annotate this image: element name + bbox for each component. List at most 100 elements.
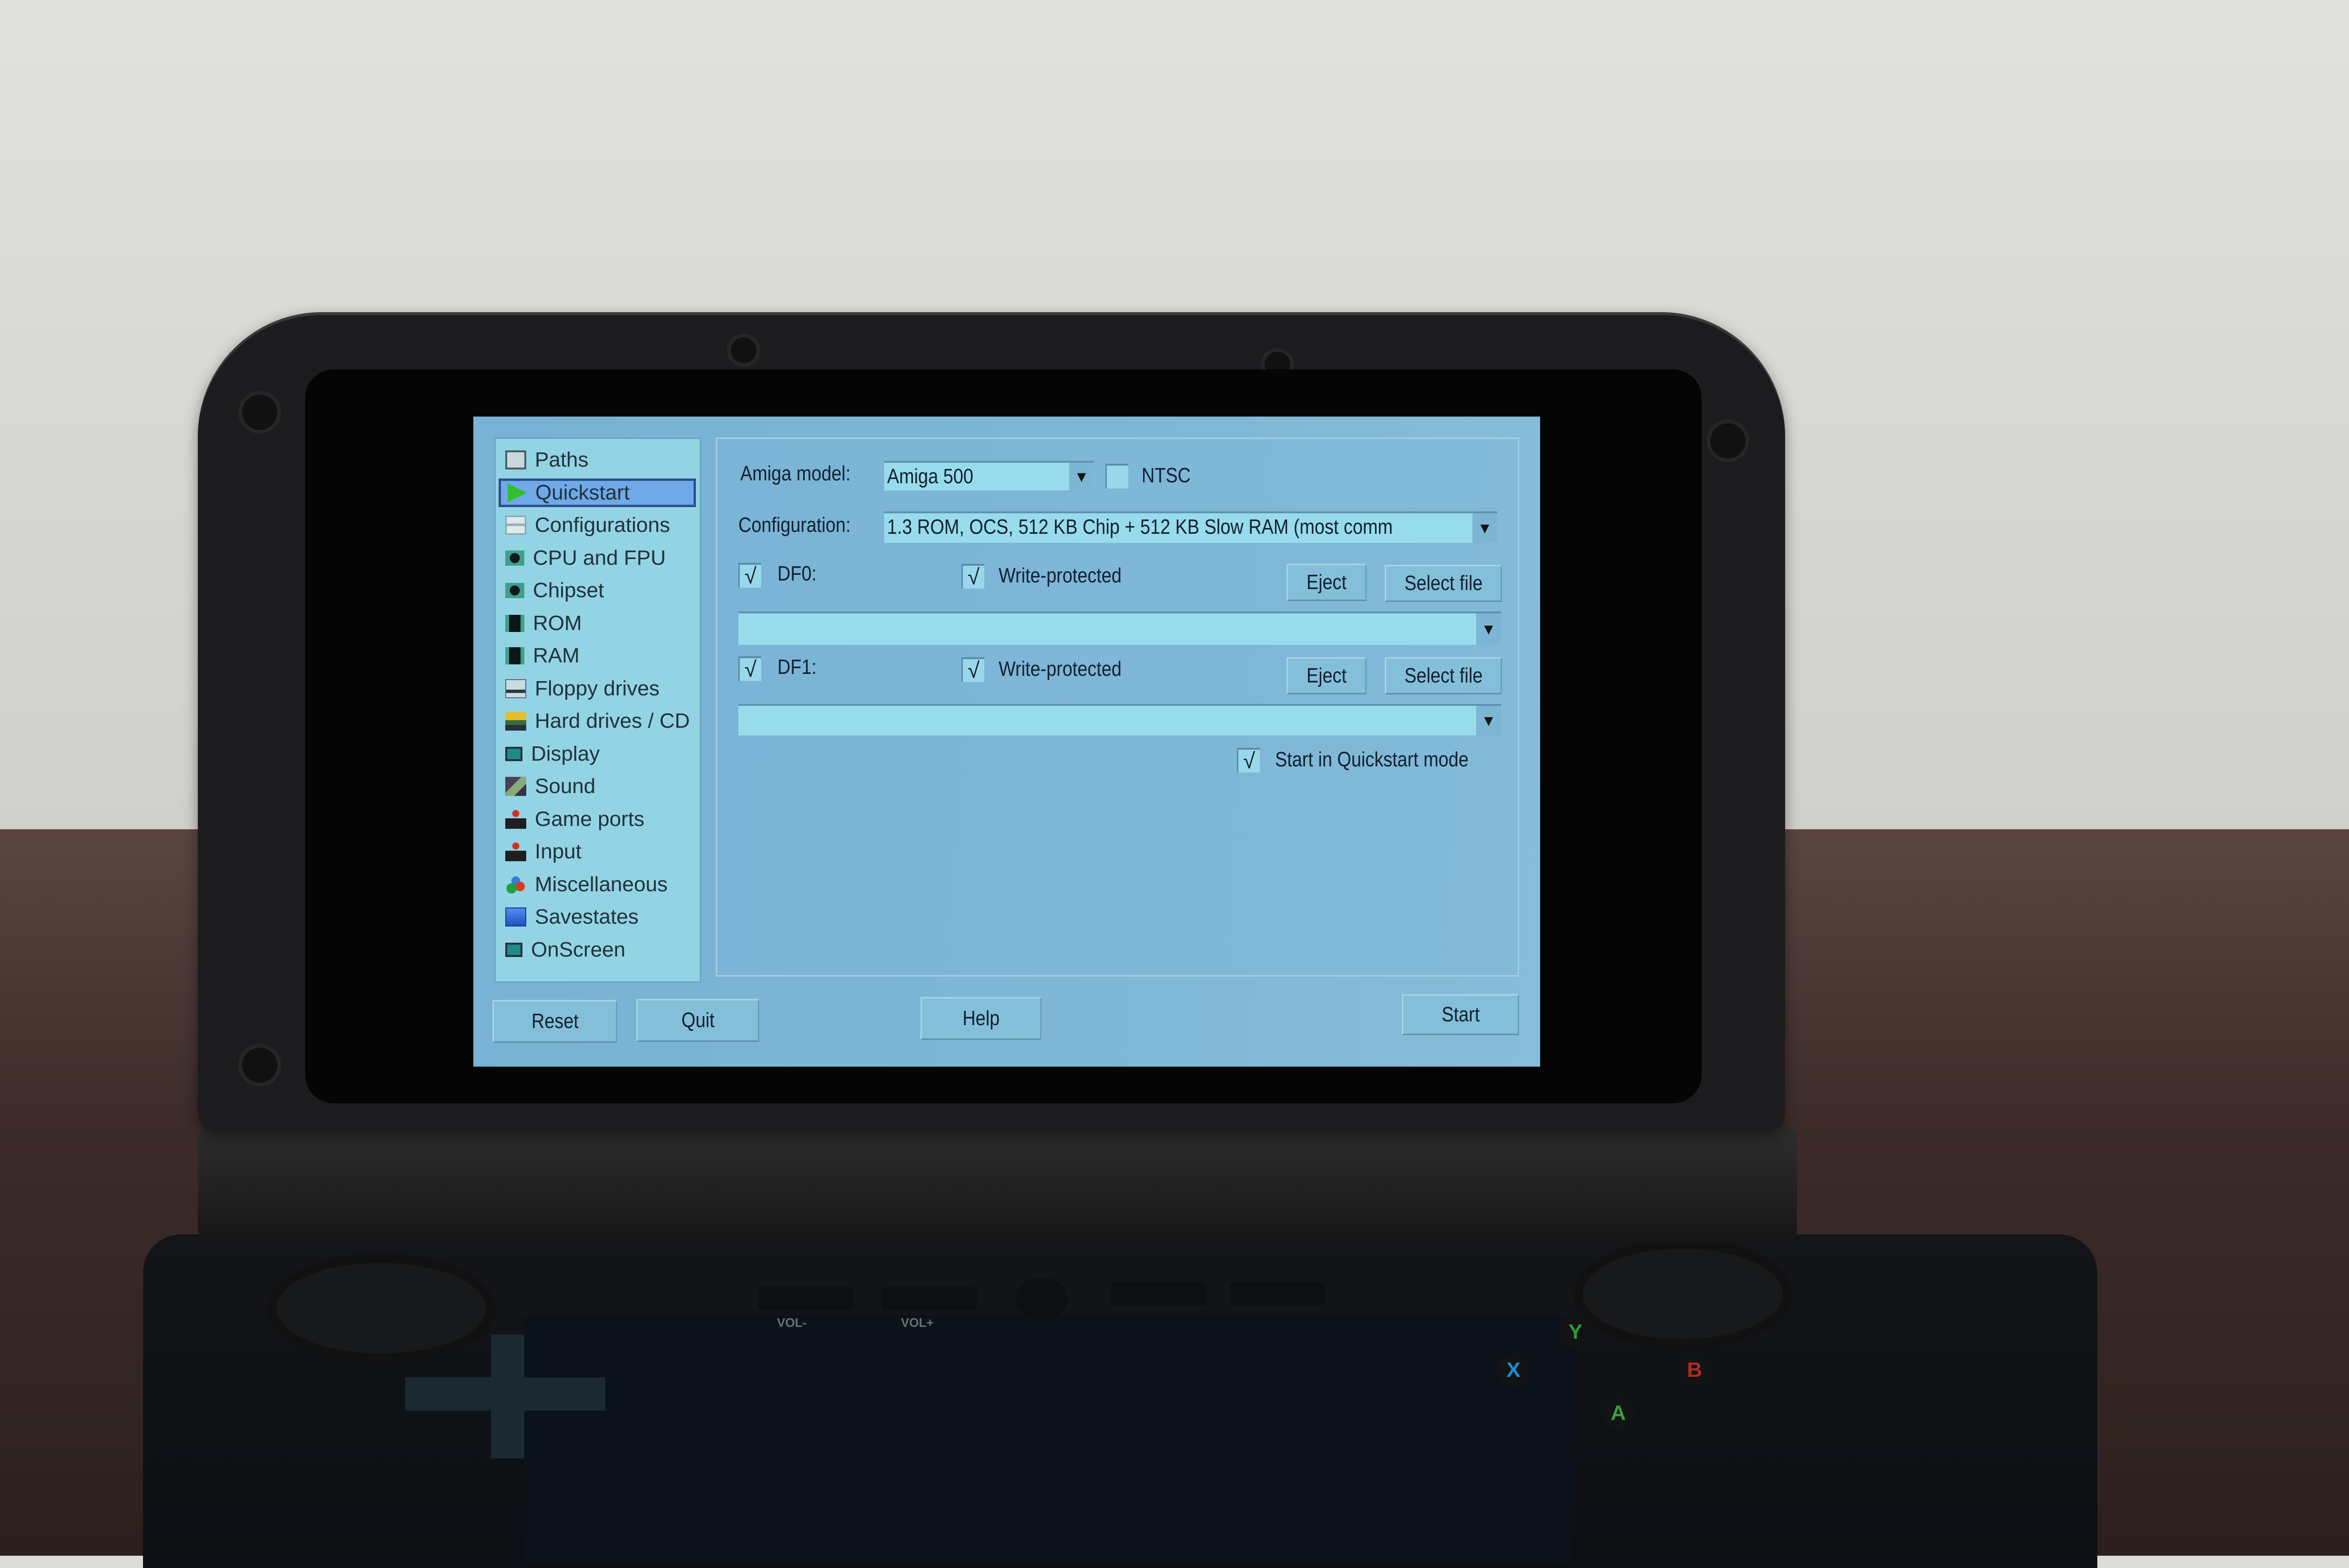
save-disk-icon (505, 907, 526, 927)
help-button[interactable]: Help (920, 997, 1042, 1040)
sidebar-item-label: CPU and FPU (533, 546, 666, 570)
sidebar-item-label: Floppy drives (535, 676, 660, 700)
screw-top-right (1706, 419, 1749, 462)
sidebar-item-ram[interactable]: RAM (499, 641, 696, 670)
chip-icon (505, 583, 524, 598)
df1-write-protected-label: Write-protected (999, 657, 1122, 681)
sound-icon (505, 777, 526, 796)
sidebar-item-sound[interactable]: Sound (499, 772, 696, 801)
sidebar-item-label: Display (531, 742, 600, 765)
camera-left (727, 334, 760, 367)
screw-top-left (238, 391, 281, 434)
configuration-value: 1.3 ROM, OCS, 512 KB Chip + 512 KB Slow … (887, 515, 1393, 539)
dpad-vertical[interactable] (491, 1334, 524, 1458)
face-button-x[interactable]: X (1497, 1354, 1530, 1387)
df0-write-protected-label: Write-protected (999, 564, 1122, 587)
sidebar-item-label: OnScreen (531, 937, 626, 961)
df0-eject-button[interactable]: Eject (1287, 564, 1367, 601)
df0-enabled-checkbox[interactable]: √ (738, 563, 761, 588)
screen: Paths Quickstart Configurations CPU and FPU… (473, 417, 1540, 1067)
sidebar-item-onscreen[interactable]: OnScreen (499, 936, 696, 964)
memory-module-icon (505, 614, 524, 632)
sidebar-item-cpu-and-fpu[interactable]: CPU and FPU (499, 544, 696, 572)
vol-down-label: VOL- (777, 1315, 807, 1330)
start-button[interactable]: Start (1402, 994, 1519, 1035)
amiga-model-dropdown[interactable]: Amiga 500 ▼ (884, 461, 1094, 490)
sidebar-item-label: Chipset (533, 579, 604, 602)
sidebar-item-display[interactable]: Display (499, 740, 696, 768)
face-button-a[interactable]: A (1602, 1396, 1635, 1430)
home-button[interactable] (1015, 1277, 1068, 1320)
reset-button[interactable]: Reset (492, 1000, 617, 1043)
df1-file-dropdown[interactable]: ▼ (738, 704, 1501, 735)
folder-path-icon (505, 450, 526, 469)
floppy-drive-icon (505, 679, 526, 698)
chip-icon (505, 550, 524, 566)
chevron-down-icon[interactable]: ▼ (1472, 513, 1497, 543)
select-button[interactable] (1111, 1282, 1206, 1306)
quit-button[interactable]: Quit (636, 999, 759, 1042)
sidebar-item-label: ROM (533, 611, 582, 635)
face-button-b[interactable]: B (1678, 1354, 1711, 1387)
sidebar-item-label: Sound (535, 774, 596, 798)
sidebar-item-hard-drives-cd[interactable]: Hard drives / CD (499, 707, 696, 735)
df0-file-dropdown[interactable]: ▼ (738, 611, 1501, 645)
monitor-icon (505, 942, 522, 957)
device-hinge (198, 1125, 1797, 1244)
df0-write-protected-checkbox[interactable]: √ (961, 564, 984, 589)
sidebar-item-quickstart[interactable]: Quickstart (499, 478, 696, 507)
sidebar-item-label: Input (535, 840, 582, 863)
screw-bottom-left (238, 1044, 281, 1087)
sidebar-item-rom[interactable]: ROM (499, 609, 696, 638)
start-button-device[interactable] (1230, 1282, 1325, 1306)
sidebar-item-label: Configurations (535, 513, 670, 537)
joystick-icon (505, 809, 526, 829)
sidebar-item-label: Paths (535, 448, 589, 471)
quickstart-panel: Amiga model: Amiga 500 ▼ NTSC Configurat… (716, 438, 1519, 977)
sidebar-item-configurations[interactable]: Configurations (499, 511, 696, 540)
start-quickstart-checkbox[interactable]: √ (1237, 748, 1260, 773)
sidebar-item-savestates[interactable]: Savestates (499, 903, 696, 931)
sidebar-item-game-ports[interactable]: Game ports (499, 805, 696, 834)
sidebar-item-label: RAM (533, 644, 580, 667)
sidebar-item-label: Hard drives / CD (535, 709, 690, 733)
df1-write-protected-checkbox[interactable]: √ (961, 657, 984, 682)
df1-enabled-checkbox[interactable]: √ (738, 656, 761, 681)
misc-blocks-icon (505, 875, 526, 894)
face-button-y[interactable]: Y (1559, 1315, 1592, 1349)
chevron-down-icon[interactable]: ▼ (1069, 463, 1094, 490)
df0-label: DF0: (777, 562, 817, 585)
sidebar-item-label: Quickstart (535, 480, 630, 504)
sidebar-item-chipset[interactable]: Chipset (499, 576, 696, 605)
df1-label: DF1: (777, 655, 817, 679)
right-analog-stick[interactable] (1573, 1239, 1792, 1349)
amiga-model-value: Amiga 500 (887, 465, 973, 488)
vol-up-label: VOL+ (901, 1315, 934, 1330)
chevron-down-icon[interactable]: ▼ (1476, 613, 1501, 645)
config-list-icon (505, 516, 526, 535)
sidebar-item-miscellaneous[interactable]: Miscellaneous (499, 870, 696, 899)
sidebar-item-label: Miscellaneous (535, 872, 668, 896)
sidebar-item-input[interactable]: Input (499, 837, 696, 866)
ntsc-checkbox[interactable] (1105, 464, 1128, 489)
device-base-panel (524, 1315, 1573, 1563)
df1-select-file-button[interactable]: Select file (1385, 657, 1502, 694)
df1-eject-button[interactable]: Eject (1287, 657, 1367, 694)
left-analog-stick[interactable] (267, 1253, 496, 1363)
df0-select-file-button[interactable]: Select file (1385, 565, 1502, 602)
play-arrow-icon (508, 483, 527, 502)
vol-down-button[interactable] (758, 1287, 853, 1311)
sidebar-item-label: Game ports (535, 807, 644, 831)
hard-drive-icon (505, 712, 526, 731)
ntsc-label: NTSC (1142, 464, 1191, 487)
sidebar: Paths Quickstart Configurations CPU and FPU… (494, 438, 701, 983)
configuration-dropdown[interactable]: 1.3 ROM, OCS, 512 KB Chip + 512 KB Slow … (884, 511, 1497, 543)
sidebar-item-floppy-drives[interactable]: Floppy drives (499, 674, 696, 703)
start-quickstart-label: Start in Quickstart mode (1275, 748, 1469, 771)
joystick-icon (505, 842, 526, 861)
chevron-down-icon[interactable]: ▼ (1476, 706, 1501, 735)
configuration-label: Configuration: (738, 513, 851, 537)
vol-up-button[interactable] (882, 1287, 977, 1311)
memory-module-icon (505, 647, 524, 664)
sidebar-item-paths[interactable]: Paths (499, 446, 696, 474)
